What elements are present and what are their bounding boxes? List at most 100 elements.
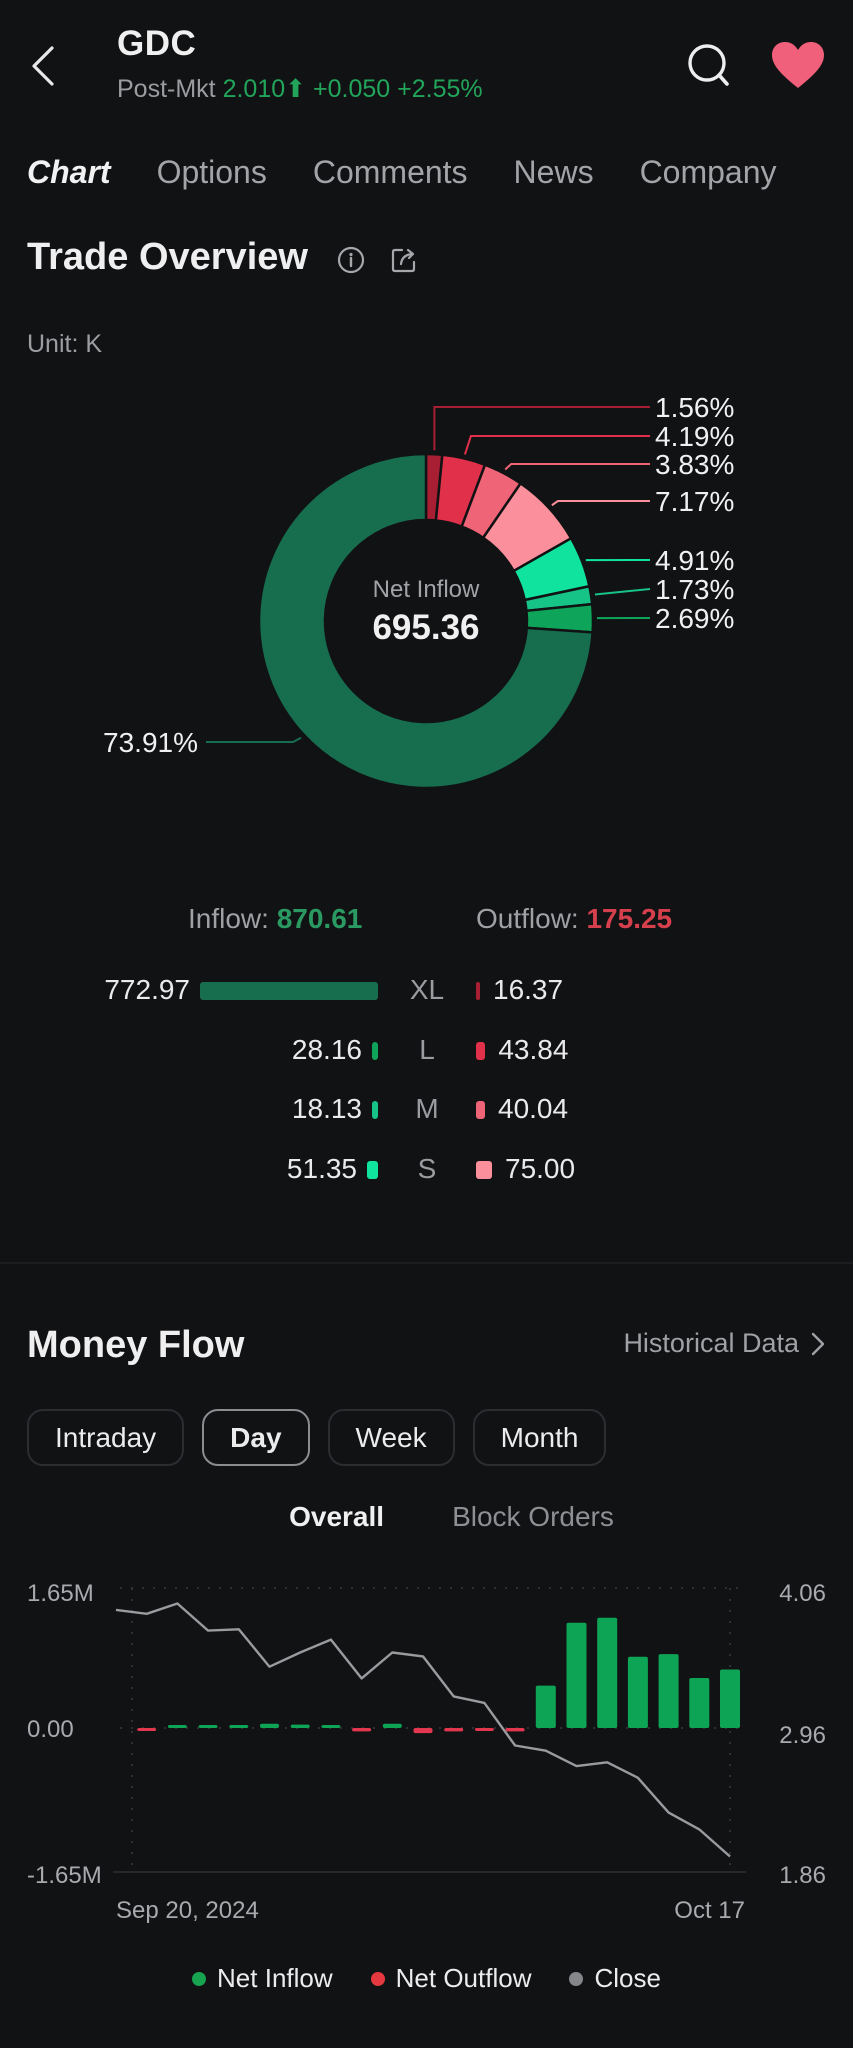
last-price: 2.010 — [222, 75, 286, 103]
watchlist-button[interactable] — [771, 42, 825, 90]
trade-overview-title: Trade Overview — [27, 236, 308, 278]
info-icon[interactable] — [337, 246, 365, 274]
donut-pct-label: 73.91% — [103, 727, 198, 758]
donut-leader-line — [504, 463, 650, 471]
money-flow-subtabs: Overall Block Orders — [0, 1501, 853, 1533]
trade-overview-donut: 1.56%4.19%3.83% 7.17% 4.91%1.73%2.69% 73.91… — [103, 392, 734, 790]
net-outflow-bar[interactable] — [352, 1728, 372, 1732]
unit-label: Unit: K — [27, 330, 103, 358]
net-inflow-bar[interactable] — [535, 1685, 556, 1728]
net-inflow-bar[interactable] — [382, 1723, 402, 1728]
donut-center-label: Net Inflow — [373, 576, 480, 603]
y-left-tick-top: 1.65M — [27, 1580, 94, 1607]
tab-chart[interactable]: Chart — [27, 154, 111, 204]
legend-net-inflow[interactable]: Net Inflow — [192, 1963, 333, 1994]
historical-data-label: Historical Data — [623, 1328, 799, 1358]
outflow-value: 43.84 — [498, 1034, 569, 1065]
donut-leader-line — [463, 435, 650, 455]
legend-close[interactable]: Close — [569, 1963, 661, 1994]
order-size-label: S — [417, 1153, 437, 1184]
legend-dot-green — [192, 1971, 207, 1986]
net-inflow-bar[interactable] — [198, 1725, 218, 1728]
outflow-value: 75.00 — [505, 1153, 576, 1184]
donut-pct-label: 2.69% — [655, 603, 734, 634]
chevron-left-icon — [32, 46, 54, 86]
search-icon — [688, 44, 729, 86]
inflow-value: 18.13 — [291, 1093, 362, 1124]
session-label: Post-Mkt — [117, 75, 216, 103]
net-inflow-bar[interactable] — [321, 1725, 341, 1728]
donut-pct-label: 1.73% — [655, 574, 734, 605]
main-tabs: Chart Options Comments News Company — [27, 154, 823, 204]
search-button[interactable] — [686, 42, 732, 90]
net-inflow-bar[interactable] — [689, 1677, 710, 1728]
chevron-right-icon — [811, 1332, 825, 1355]
legend-net-outflow[interactable]: Net Outflow — [370, 1963, 531, 1994]
net-outflow-bar[interactable] — [474, 1728, 494, 1731]
outflow-value: 40.04 — [498, 1093, 569, 1124]
outflow-label: Outflow: — [476, 903, 579, 934]
tab-news[interactable]: News — [514, 154, 594, 204]
back-button[interactable] — [24, 44, 64, 88]
net-inflow-bar[interactable] — [290, 1724, 310, 1728]
subtab-block-orders[interactable]: Block Orders — [452, 1501, 614, 1533]
order-size-label: M — [415, 1093, 439, 1124]
y-right-tick-bottom: 1.86 — [779, 1862, 826, 1889]
price-change-pct: +2.55% — [397, 75, 483, 103]
inflow-summary: Inflow: 870.61 — [188, 903, 362, 935]
net-inflow-bar[interactable] — [658, 1654, 679, 1728]
section-divider — [0, 1262, 853, 1264]
donut-pct-label: 4.91% — [655, 545, 734, 576]
share-icon[interactable] — [390, 245, 418, 273]
donut-pct-label: 4.19% — [655, 421, 734, 452]
net-outflow-bar[interactable] — [444, 1728, 464, 1732]
y-left-tick-bottom: -1.65M — [27, 1862, 102, 1889]
money-flow-chart: 1.65M 0.00 -1.65M 4.06 2.96 1.86 Sep 20,… — [27, 1580, 826, 1924]
net-inflow-bar[interactable] — [229, 1725, 249, 1728]
period-week[interactable]: Week — [327, 1409, 455, 1466]
tab-comments[interactable]: Comments — [313, 154, 468, 204]
net-inflow-bar[interactable] — [597, 1617, 618, 1728]
y-right-tick-top: 4.06 — [779, 1580, 826, 1607]
donut-pct-label: 7.17% — [655, 486, 734, 517]
inflow-bar — [372, 1101, 378, 1119]
outflow-bar — [476, 982, 480, 1000]
net-outflow-bar[interactable] — [413, 1728, 433, 1734]
flow-row-s: 51.35 S 75.00 — [0, 1151, 853, 1191]
y-left-tick-mid: 0.00 — [27, 1716, 74, 1743]
net-inflow-bar[interactable] — [260, 1723, 279, 1728]
donut-pct-label: 1.56% — [655, 392, 734, 423]
net-outflow-bar[interactable] — [505, 1728, 525, 1732]
tab-options[interactable]: Options — [157, 154, 267, 204]
legend-dot-red — [370, 1971, 385, 1986]
historical-data-link[interactable]: Historical Data — [623, 1328, 825, 1359]
tab-company[interactable]: Company — [640, 154, 777, 204]
x-tick-start: Sep 20, 2024 — [116, 1897, 259, 1924]
net-inflow-bar[interactable] — [566, 1622, 587, 1728]
legend-dot-gray — [569, 1971, 584, 1986]
period-month[interactable]: Month — [472, 1409, 607, 1466]
x-tick-end: Oct 17 — [674, 1897, 745, 1924]
outflow-bar — [476, 1101, 485, 1119]
inflow-bar — [371, 1042, 378, 1060]
flow-row-m: 18.13 M 40.04 — [0, 1091, 853, 1131]
donut-center-value: 695.36 — [372, 608, 479, 647]
flow-row-xl: 772.97 XL 16.37 — [0, 972, 853, 1012]
inflow-value: 28.16 — [291, 1034, 362, 1065]
outflow-total: 175.25 — [586, 903, 673, 934]
ticker-symbol: GDC — [117, 24, 197, 63]
net-inflow-bar[interactable] — [720, 1669, 740, 1728]
money-flow-title: Money Flow — [27, 1324, 245, 1366]
period-day[interactable]: Day — [202, 1409, 310, 1466]
donut-leader-line — [551, 500, 650, 507]
donut-leader-line — [206, 736, 302, 743]
donut-pct-label: 3.83% — [655, 449, 734, 480]
heart-icon — [772, 42, 824, 88]
period-intraday[interactable]: Intraday — [27, 1409, 185, 1466]
donut-leader-line — [594, 588, 651, 596]
net-outflow-bar[interactable] — [137, 1728, 157, 1731]
net-inflow-bar[interactable] — [627, 1656, 648, 1728]
outflow-summary: Outflow: 175.25 — [476, 903, 672, 935]
subtab-overall[interactable]: Overall — [289, 1501, 384, 1533]
net-inflow-bar[interactable] — [167, 1725, 187, 1728]
